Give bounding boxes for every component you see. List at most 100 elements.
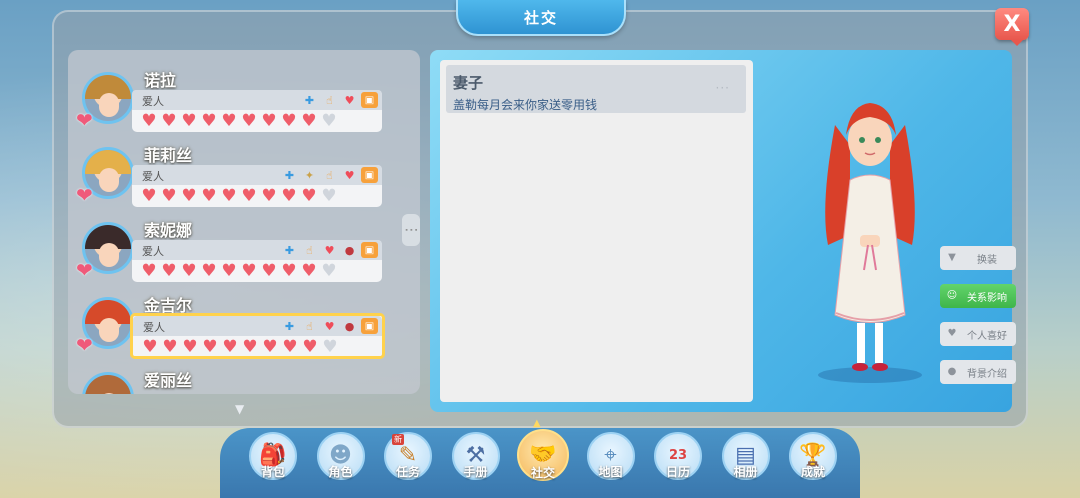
star-icon: ✦ — [304, 168, 315, 182]
heart-icon: ♥ — [162, 337, 178, 357]
nav-hammer[interactable]: ⚒ 手册 — [451, 432, 500, 480]
nav-label: 社交 — [530, 466, 555, 480]
friend-row[interactable]: 爱丽丝 — [82, 368, 402, 394]
scroll-down-icon[interactable]: ▼ — [235, 402, 244, 416]
lover-heart-icon: ❤ — [76, 183, 93, 207]
friend-row[interactable]: ❤ 索妮娜 爱人 ✚ ☝ ♥ ● ▣ ♥ ♥ ♥ ♥ ♥ ♥ ♥ ♥ ♥ ♥ — [76, 218, 402, 290]
relation-bar: 爱人 ✚ ☝ ♥ ● ▣ — [133, 316, 382, 336]
heart-icon: ♥ — [182, 337, 198, 357]
relationship-description: 盖勒每月会来你家送零用钱 — [453, 98, 598, 112]
heart-icon: ♥ — [221, 261, 237, 281]
finger-icon: ☝ — [326, 168, 333, 182]
nav-map[interactable]: ⌖ 地图 — [586, 432, 635, 480]
friend-row[interactable]: ❤ 菲莉丝 爱人 ✚ ✦ ☝ ♥ ▣ ♥ ♥ ♥ ♥ ♥ ♥ ♥ ♥ ♥ ♥ — [76, 143, 402, 215]
heart-icon: ♥ — [241, 111, 257, 131]
heart-icon: ♥ — [261, 186, 277, 206]
more-icon[interactable]: ··· — [716, 81, 730, 95]
relation-bar: 爱人 ✚ ☝ ♥ ● ▣ — [132, 240, 382, 260]
new-badge: 新 — [392, 434, 404, 445]
heart-icon: ♥ — [202, 337, 218, 357]
person-icon: ● — [947, 366, 957, 377]
gift-icon: ▣ — [361, 167, 378, 183]
heart-icon: ♥ — [261, 111, 277, 131]
lover-heart-icon: ❤ — [76, 108, 93, 132]
relation-bar: 爱人 ✚ ☝ ♥ ▣ — [132, 90, 382, 110]
nav-album[interactable]: ▤ 相册 — [721, 432, 770, 480]
nav-calendar[interactable]: 23 日历 — [654, 432, 702, 480]
heart-icon: ♥ — [324, 243, 335, 257]
nav-backpack[interactable]: 🎒 背包 — [249, 432, 297, 480]
preference-tags: ✚ ☝ ♥ ▣ — [301, 92, 378, 108]
nav-label: 日历 — [665, 465, 690, 479]
friend-row[interactable]: ❤ 金吉尔 爱人 ✚ ☝ ♥ ● ▣ ♥ ♥ ♥ ♥ ♥ ♥ ♥ ♥ ♥ ♥ — [76, 293, 402, 365]
finger-icon: ☝ — [306, 243, 313, 257]
nav-character[interactable]: ☻ 角色 — [316, 432, 365, 480]
heart-icon: ♥ — [181, 261, 197, 281]
heart-icon: ♥ — [242, 337, 258, 357]
side-button-label: 个人喜好 — [967, 330, 1007, 342]
relation-label: 爱人 — [142, 170, 164, 183]
heart-icon: ♥ — [281, 111, 297, 131]
heart-icon: ♥ — [161, 111, 177, 131]
smile-icon: ☺ — [946, 290, 958, 301]
heart-icon: ♥ — [301, 111, 317, 131]
heart-icon: ♥ — [181, 186, 197, 206]
relation-bar: 爱人 ✚ ✦ ☝ ♥ ▣ — [132, 165, 382, 185]
relation-label: 爱人 — [143, 321, 165, 334]
heart-icon: ♥ — [281, 186, 297, 206]
heart-icon: ♥ — [221, 186, 237, 206]
panel-title: 社交 — [456, 0, 626, 36]
friend-card: 爱人 ✚ ☝ ♥ ▣ ♥ ♥ ♥ ♥ ♥ ♥ ♥ ♥ ♥ ♥ — [132, 90, 382, 132]
side-button-label: 背景介绍 — [967, 368, 1007, 380]
side-button-label: 换装 — [977, 254, 997, 266]
close-button[interactable]: X — [995, 8, 1029, 46]
avatar — [82, 372, 134, 394]
rose-icon: ● — [344, 319, 355, 333]
preference-tags: ✚ ✦ ☝ ♥ ▣ — [281, 167, 378, 183]
drag-handle-icon[interactable]: ⋮ — [402, 214, 420, 246]
relationship-title: 妻子 — [453, 74, 484, 92]
heart-icon: ♥ — [261, 261, 277, 281]
friend-name: 菲莉丝 — [144, 146, 193, 165]
nav-label: 任务 — [395, 465, 420, 479]
heart-icon: ♥ — [344, 93, 355, 107]
heart-icon: ♥ — [241, 186, 257, 206]
nav-label: 相册 — [733, 465, 758, 479]
preference-tags: ✚ ☝ ♥ ● ▣ — [281, 242, 378, 258]
heart-icon: ♥ — [302, 337, 318, 357]
lover-heart-icon: ❤ — [76, 258, 93, 282]
blue-arrow-icon: ✚ — [304, 93, 315, 107]
heart-icon: ♥ — [142, 337, 158, 357]
active-pointer-icon: ▲ — [533, 418, 541, 429]
side-button-person[interactable]: ● 背景介绍 — [940, 360, 1016, 384]
friend-row[interactable]: ❤ 诺拉 爱人 ✚ ☝ ♥ ▣ ♥ ♥ ♥ ♥ ♥ ♥ ♥ ♥ ♥ ♥ — [76, 68, 402, 140]
blue-arrow-icon: ✚ — [284, 319, 295, 333]
nav-trophy[interactable]: 🏆 成就 — [789, 432, 837, 480]
nav-quest[interactable]: ✎ 新任务 — [384, 432, 432, 480]
lover-heart-icon: ❤ — [76, 333, 93, 357]
friend-card: 爱人 ✚ ☝ ♥ ● ▣ ♥ ♥ ♥ ♥ ♥ ♥ ♥ ♥ ♥ ♥ — [132, 240, 382, 282]
side-button-heart[interactable]: ♥ 个人喜好 — [940, 322, 1016, 346]
heart-icon: ♥ — [321, 186, 337, 206]
friend-name: 爱丽丝 — [144, 371, 193, 390]
side-button-shirt[interactable]: ▼ 换装 — [940, 246, 1016, 270]
nav-label: 手册 — [463, 465, 488, 479]
heart-icon: ♥ — [281, 261, 297, 281]
nav-label: 地图 — [598, 465, 623, 479]
heart-icon: ♥ — [241, 261, 257, 281]
heart-icon: ♥ — [161, 186, 177, 206]
heart-icon: ♥ — [141, 186, 157, 206]
heart-icon: ♥ — [201, 111, 217, 131]
affection-hearts: ♥ ♥ ♥ ♥ ♥ ♥ ♥ ♥ ♥ ♥ — [140, 262, 338, 280]
heart-icon: ♥ — [321, 261, 337, 281]
handshake-icon: 🤝 — [529, 442, 557, 467]
side-button-smile[interactable]: ☺ 关系影响 — [940, 284, 1016, 308]
gift-icon: ▣ — [361, 92, 378, 108]
relationship-effect-entry[interactable]: 妻子 盖勒每月会来你家送零用钱 ··· — [446, 65, 746, 113]
finger-icon: ☝ — [306, 319, 313, 333]
friend-list[interactable]: ❤ 诺拉 爱人 ✚ ☝ ♥ ▣ ♥ ♥ ♥ ♥ ♥ ♥ ♥ ♥ ♥ ♥ ❤ 菲莉丝 爱人 ✚ ✦ ☝ ♥ ▣ ♥ ♥ ♥ ♥ ♥ ♥ ♥ ♥ ♥ ♥… — [68, 50, 420, 394]
nav-handshake[interactable]: 🤝 社交 — [517, 429, 569, 481]
heart-icon: ♥ — [221, 111, 237, 131]
heart-icon: ♥ — [181, 111, 197, 131]
finger-icon: ☝ — [326, 93, 333, 107]
